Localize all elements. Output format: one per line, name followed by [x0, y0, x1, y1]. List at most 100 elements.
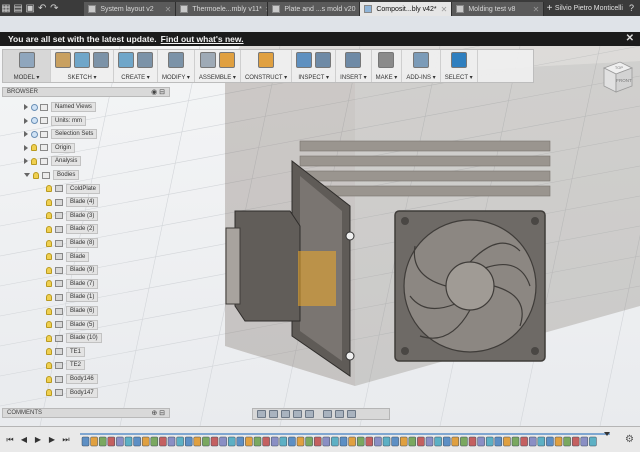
tab-5[interactable]: Molding test v8 ✕	[452, 2, 545, 16]
timeline-feature[interactable]	[477, 436, 485, 447]
toolbar-group-7[interactable]: INSPECT ▾	[292, 50, 337, 82]
timeline-feature[interactable]	[167, 436, 176, 447]
expand-icon[interactable]	[24, 173, 30, 177]
timeline-feature[interactable]	[365, 436, 374, 447]
timeline-feature[interactable]	[503, 436, 511, 447]
body-node[interactable]: Blade (2)	[46, 224, 99, 235]
view-cube[interactable]: TOP FRONT	[600, 56, 634, 96]
timeline-feature[interactable]	[176, 436, 184, 447]
timeline-feature[interactable]	[141, 436, 150, 447]
zoom-icon[interactable]	[293, 410, 302, 418]
body-node[interactable]: ColdPlate	[46, 183, 101, 194]
timeline-feature[interactable]	[288, 436, 296, 447]
browser-node[interactable]: Units: mm	[24, 115, 86, 126]
canvas-viewport[interactable]	[0, 46, 640, 426]
tab-2[interactable]: Thermoele...mbly v11*✕	[176, 2, 269, 16]
pin-icon[interactable]: ◉ ⊟	[151, 88, 165, 96]
toolbar-group-2[interactable]: SKETCH ▾	[51, 50, 114, 82]
timeline-prev-icon[interactable]: ◀	[20, 435, 28, 444]
visibility-icon[interactable]	[46, 334, 52, 342]
timeline-feature[interactable]	[331, 436, 339, 447]
close-icon[interactable]: ✕	[626, 33, 634, 44]
visibility-icon[interactable]	[46, 225, 52, 233]
comments-bar[interactable]: COMMENTS ⊕ ⊟	[2, 408, 170, 418]
timeline-feature[interactable]	[296, 436, 305, 447]
timeline-feature[interactable]	[202, 436, 210, 447]
pan-icon[interactable]	[281, 410, 290, 418]
save-icon[interactable]: ▣	[24, 0, 36, 16]
browser-node[interactable]: Bodies	[24, 170, 80, 180]
toolbar-group-3[interactable]: CREATE ▾	[114, 50, 158, 82]
body-node[interactable]: TE1	[46, 346, 86, 357]
timeline-feature[interactable]	[382, 436, 391, 447]
tool-icon[interactable]	[167, 52, 184, 68]
tab-close-icon[interactable]: ✕	[438, 5, 448, 14]
comments-add-icon[interactable]: ⊕ ⊟	[151, 409, 165, 417]
timeline-feature[interactable]	[408, 436, 417, 447]
tool-icon[interactable]	[199, 52, 216, 68]
browser-node[interactable]: Selection Sets	[24, 129, 98, 140]
orbit-icon[interactable]	[257, 410, 266, 418]
tool-icon[interactable]	[118, 52, 134, 68]
timeline-feature[interactable]	[184, 436, 193, 447]
visibility-icon[interactable]	[31, 144, 37, 152]
display-settings-icon[interactable]	[323, 410, 332, 418]
timeline-feature[interactable]	[305, 436, 313, 447]
browser-node[interactable]: Named Views	[24, 102, 96, 112]
body-node[interactable]: Blade	[46, 251, 90, 262]
body-node[interactable]: Blade (6)	[46, 306, 99, 316]
timeline-feature[interactable]	[434, 436, 442, 447]
help-icon[interactable]: ?	[629, 3, 640, 13]
expand-icon[interactable]	[24, 104, 28, 110]
tool-icon[interactable]	[315, 52, 332, 68]
browser-node[interactable]: Origin	[24, 142, 76, 153]
timeline-feature[interactable]	[107, 436, 116, 447]
new-tab-button[interactable]: +	[544, 3, 555, 14]
tool-icon[interactable]	[137, 52, 153, 68]
visibility-icon[interactable]	[46, 253, 52, 261]
timeline-feature[interactable]	[580, 436, 589, 447]
tool-icon[interactable]	[378, 52, 395, 68]
timeline-feature[interactable]	[322, 436, 331, 447]
timeline-track[interactable]	[80, 432, 610, 448]
body-node[interactable]: Blade (7)	[46, 278, 99, 289]
tool-icon[interactable]	[258, 52, 275, 68]
browser-node[interactable]: Analysis	[24, 156, 82, 167]
visibility-icon[interactable]	[33, 171, 39, 179]
timeline-feature[interactable]	[262, 436, 270, 447]
whats-new-link[interactable]: Find out what's new.	[161, 34, 244, 44]
timeline-feature[interactable]	[537, 436, 546, 447]
timeline-feature[interactable]	[313, 436, 322, 447]
timeline-first-icon[interactable]: ⏮	[6, 435, 14, 444]
timeline-feature[interactable]	[116, 436, 124, 447]
tab-4[interactable]: Composit...bly v42* ✕	[360, 2, 453, 16]
toolbar-group-5[interactable]: ASSEMBLE ▾	[195, 50, 241, 82]
timeline-play-icon[interactable]: ▶	[34, 435, 42, 444]
visibility-icon[interactable]	[46, 389, 52, 397]
toolbar-group-10[interactable]: ADD-INS ▾	[402, 50, 441, 82]
timeline-feature[interactable]	[460, 436, 468, 447]
visibility-icon[interactable]	[46, 293, 52, 301]
undo-icon[interactable]: ↶	[36, 0, 48, 16]
timeline-feature[interactable]	[399, 436, 408, 447]
timeline-feature[interactable]	[563, 436, 571, 447]
timeline-feature[interactable]	[468, 436, 477, 447]
tab-3[interactable]: Plate and ...s mold v20✕	[268, 2, 361, 16]
timeline-feature[interactable]	[90, 436, 98, 447]
expand-icon[interactable]	[24, 144, 28, 151]
body-node[interactable]: Blade (10)	[46, 333, 102, 344]
body-node[interactable]: TE2	[46, 360, 86, 371]
tool-icon[interactable]	[18, 52, 35, 68]
timeline-feature[interactable]	[210, 436, 219, 447]
timeline-feature[interactable]	[391, 436, 399, 447]
tool-icon[interactable]	[450, 52, 467, 68]
timeline-feature[interactable]	[451, 436, 460, 447]
timeline-feature[interactable]	[520, 436, 528, 447]
visibility-icon[interactable]	[46, 266, 52, 274]
visibility-icon[interactable]	[31, 157, 37, 165]
timeline-feature[interactable]	[98, 436, 107, 447]
timeline-feature[interactable]	[417, 436, 425, 447]
visibility-icon[interactable]	[46, 307, 52, 315]
toolbar-group-9[interactable]: MAKE ▾	[372, 50, 403, 82]
timeline-feature[interactable]	[227, 436, 236, 447]
